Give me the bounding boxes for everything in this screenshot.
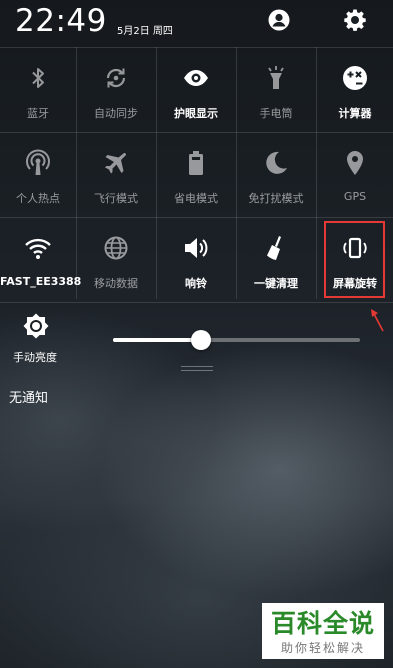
- tile-label: 响铃: [185, 277, 207, 290]
- tile-label: 自动同步: [94, 107, 138, 120]
- tile-label: 护眼显示: [174, 107, 218, 120]
- quick-settings-row: 蓝牙 自动同步 护眼显示 手电筒 计算器: [0, 47, 393, 133]
- flashlight-icon: [262, 64, 290, 92]
- broom-icon: [262, 234, 290, 262]
- tile-flashlight[interactable]: 手电筒: [237, 48, 315, 132]
- tile-gps[interactable]: GPS: [317, 133, 393, 217]
- user-icon[interactable]: [267, 8, 291, 32]
- tile-power-saving[interactable]: 省电模式: [157, 133, 235, 217]
- status-bar: 22:49 5月2日 周四: [0, 0, 393, 46]
- tile-bluetooth[interactable]: 蓝牙: [0, 48, 76, 132]
- tile-do-not-disturb[interactable]: 免打扰模式: [237, 133, 315, 217]
- no-notifications-text: 无通知: [9, 391, 49, 406]
- wifi-icon: [24, 234, 52, 262]
- grid-divider: [236, 47, 237, 299]
- tile-label: FAST_EE3388: [0, 275, 82, 288]
- tile-ringer[interactable]: 响铃: [157, 218, 235, 302]
- tile-wifi[interactable]: FAST_EE3388: [0, 218, 82, 302]
- brightness-control: 手动亮度: [0, 300, 393, 370]
- grid-divider: [316, 47, 317, 299]
- globe-icon: [102, 234, 130, 262]
- tile-label: 个人热点: [16, 192, 60, 205]
- tile-label: 一键清理: [254, 277, 298, 290]
- speaker-icon: [182, 234, 210, 262]
- bluetooth-icon: [24, 64, 52, 92]
- eye-icon: [182, 64, 210, 92]
- tile-label: 免打扰模式: [248, 192, 304, 205]
- tile-label: 手电筒: [259, 107, 293, 120]
- brightness-slider[interactable]: [113, 330, 360, 350]
- tile-one-key-clean[interactable]: 一键清理: [237, 218, 315, 302]
- watermark-logo: 百科全说 助你轻松解决: [262, 603, 384, 659]
- tile-label: 省电模式: [174, 192, 218, 205]
- tile-eye-protection[interactable]: 护眼显示: [157, 48, 235, 132]
- settings-gear-icon[interactable]: [343, 8, 367, 32]
- calculator-icon: [341, 64, 369, 92]
- watermark-subtitle: 助你轻松解决: [280, 641, 365, 655]
- quick-settings-row: 个人热点 飞行模式 省电模式 免打扰模式 GPS: [0, 133, 393, 218]
- moon-icon: [262, 149, 290, 177]
- battery-icon: [182, 149, 210, 177]
- clock-time: 22:49: [15, 3, 107, 39]
- tile-label: GPS: [343, 190, 367, 203]
- date-label: 5月2日 周四: [117, 26, 173, 37]
- tile-mobile-data[interactable]: 移动数据: [77, 218, 155, 302]
- highlight-box: [324, 221, 385, 298]
- tile-label: 移动数据: [94, 277, 138, 290]
- sync-icon: [102, 64, 130, 92]
- brightness-label: 手动亮度: [13, 351, 57, 364]
- airplane-icon: [102, 149, 130, 177]
- location-pin-icon: [341, 149, 369, 177]
- watermark-title: 百科全说: [270, 609, 375, 638]
- tile-label: 计算器: [338, 107, 372, 120]
- grid-divider: [76, 47, 77, 299]
- tile-label: 飞行模式: [94, 192, 138, 205]
- hotspot-icon: [24, 149, 52, 177]
- grid-divider: [156, 47, 157, 299]
- tile-label: 蓝牙: [27, 107, 49, 120]
- tile-calculator[interactable]: 计算器: [317, 48, 393, 132]
- tile-hotspot[interactable]: 个人热点: [0, 133, 76, 217]
- brightness-icon[interactable]: [22, 312, 50, 340]
- brightness-slider-fill: [113, 338, 201, 342]
- tile-auto-sync[interactable]: 自动同步: [77, 48, 155, 132]
- drag-handle[interactable]: [181, 366, 213, 372]
- brightness-slider-thumb[interactable]: [190, 330, 211, 350]
- tile-airplane-mode[interactable]: 飞行模式: [77, 133, 155, 217]
